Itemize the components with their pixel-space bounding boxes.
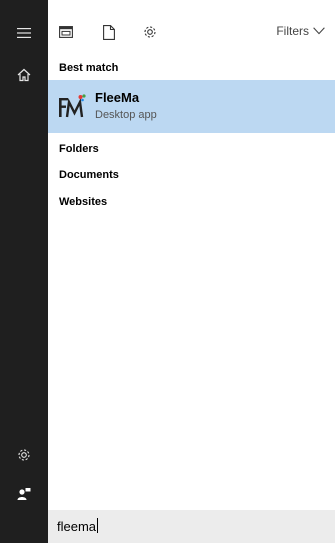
filters-dropdown[interactable]: Filters: [276, 24, 325, 38]
hamburger-menu-button[interactable]: [0, 15, 48, 51]
settings-icon: [144, 26, 156, 38]
search-query-text: fleema: [57, 519, 97, 534]
section-folders[interactable]: Folders: [59, 143, 99, 155]
settings-tab[interactable]: [140, 22, 160, 42]
best-match-result[interactable]: FleeMa Desktop app: [48, 80, 335, 133]
result-subtitle: Desktop app: [95, 109, 157, 121]
files-tab[interactable]: [99, 22, 119, 42]
fleema-app-icon: [59, 94, 86, 118]
section-websites[interactable]: Websites: [59, 196, 107, 208]
home-button[interactable]: [0, 57, 48, 93]
user-feedback-icon: [17, 488, 31, 500]
search-results-panel: Filters Best match FleeMa Desktop app Fo…: [48, 0, 335, 510]
result-title: FleeMa: [95, 90, 140, 105]
settings-button[interactable]: [0, 437, 48, 473]
home-icon: [17, 68, 31, 82]
chevron-down-icon: [313, 27, 325, 35]
filters-label: Filters: [276, 24, 309, 38]
gear-icon: [18, 449, 30, 461]
documents-icon: [59, 26, 73, 38]
documents-tab[interactable]: [56, 22, 76, 42]
toolbar: Filters: [48, 0, 335, 52]
hamburger-icon: [17, 28, 31, 38]
search-input[interactable]: fleema: [57, 518, 317, 536]
left-rail: [0, 0, 48, 543]
section-documents[interactable]: Documents: [59, 169, 119, 181]
search-bar[interactable]: fleema: [48, 510, 335, 543]
user-account-button[interactable]: [0, 476, 48, 512]
text-caret: [97, 518, 99, 533]
section-best-match: Best match: [59, 62, 119, 74]
file-icon: [103, 24, 115, 40]
